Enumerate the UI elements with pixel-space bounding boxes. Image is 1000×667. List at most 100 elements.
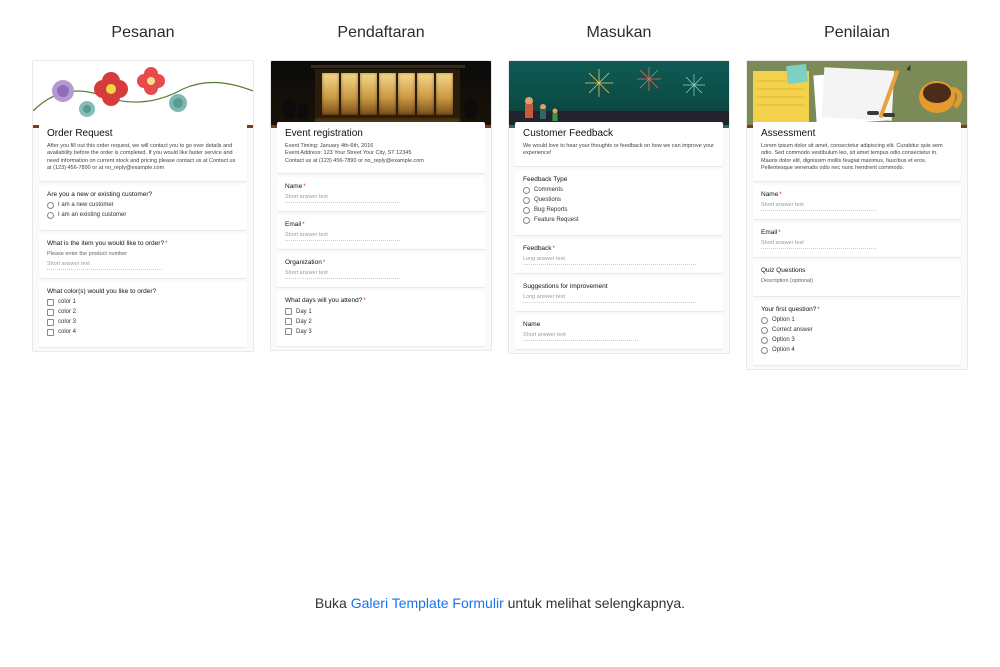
long-answer-input[interactable]: Long answer text xyxy=(523,294,696,303)
short-answer-input[interactable]: Short answer text xyxy=(761,202,876,211)
q-label: Feedback* xyxy=(523,245,715,252)
checkbox-icon xyxy=(285,308,292,315)
radio-existing-customer[interactable]: I am an existing customer xyxy=(47,212,239,219)
question-name: Name* Short answer text xyxy=(277,177,485,211)
form-header: Event registration Event Timing: January… xyxy=(277,122,485,173)
template-card-event[interactable]: Event registration Event Timing: January… xyxy=(270,60,492,351)
q-label: Suggestions for improvement xyxy=(523,283,715,290)
radio-icon xyxy=(761,347,768,354)
checkbox-icon xyxy=(47,309,54,316)
checkbox-color1[interactable]: color 1 xyxy=(47,299,239,306)
question-colors: What color(s) would you like to order? c… xyxy=(39,282,247,347)
radio-correct[interactable]: Correct answer xyxy=(761,327,953,334)
form-header: Customer Feedback We would love to hear … xyxy=(515,122,723,166)
question-item: What is the item you would like to order… xyxy=(39,234,247,278)
checkbox-color2[interactable]: color 2 xyxy=(47,309,239,316)
desk-icon xyxy=(747,61,967,125)
form-title: Event registration xyxy=(285,128,477,139)
radio-icon xyxy=(761,337,768,344)
q-label: What color(s) would you like to order? xyxy=(47,288,239,295)
q-label: Organization* xyxy=(285,259,477,266)
col-title-order: Pesanan xyxy=(111,24,174,42)
flowers-icon xyxy=(33,61,253,125)
form-title: Customer Feedback xyxy=(523,128,715,139)
radio-new-customer[interactable]: I am a new customer xyxy=(47,202,239,209)
checkbox-color3[interactable]: color 3 xyxy=(47,319,239,326)
banner-flowers xyxy=(33,61,253,125)
checkbox-day3[interactable]: Day 3 xyxy=(285,328,477,335)
form-desc: Lorem ipsum dolor sit amet, consectetur … xyxy=(761,143,953,173)
form-desc: Event Timing: January 4th-6th, 2016 Even… xyxy=(285,143,477,165)
checkbox-icon xyxy=(285,318,292,325)
checkbox-icon xyxy=(47,319,54,326)
template-col-feedback: Masukan xyxy=(508,24,730,370)
q-hint: Please enter the product number xyxy=(47,251,239,257)
radio-icon xyxy=(761,317,768,324)
banner-fireworks xyxy=(509,61,729,125)
col-title-feedback: Masukan xyxy=(587,24,652,42)
short-answer-input[interactable]: Short answer text xyxy=(285,232,400,241)
radio-bugs[interactable]: Bug Reports xyxy=(523,207,715,214)
question-feedback: Feedback* Long answer text xyxy=(515,239,723,273)
col-title-event: Pendaftaran xyxy=(337,24,424,42)
radio-icon xyxy=(523,187,530,194)
question-customer-type: Are you a new or existing customer? I am… xyxy=(39,185,247,230)
q-label: Feedback Type xyxy=(523,176,715,183)
form-header: Assessment Lorem ipsum dolor sit amet, c… xyxy=(753,122,961,181)
checkbox-day1[interactable]: Day 1 xyxy=(285,308,477,315)
short-answer-input[interactable]: Short answer text xyxy=(285,270,400,279)
checkbox-day2[interactable]: Day 2 xyxy=(285,318,477,325)
radio-opt1[interactable]: Option 1 xyxy=(761,317,953,324)
short-answer-input[interactable]: Short answer text xyxy=(761,240,876,249)
radio-opt4[interactable]: Option 4 xyxy=(761,347,953,354)
radio-icon xyxy=(523,217,530,224)
q-label: Name* xyxy=(285,183,477,190)
radio-feature[interactable]: Feature Request xyxy=(523,217,715,224)
question-first: Your first question?* Option 1 Correct a… xyxy=(753,300,961,365)
form-header: Order Request After you fill out this or… xyxy=(39,122,247,181)
checkbox-icon xyxy=(47,299,54,306)
col-title-assessment: Penilaian xyxy=(824,24,890,42)
question-email: Email* Short answer text xyxy=(277,215,485,249)
roof-icon xyxy=(311,65,465,68)
form-desc: After you fill out this order request, w… xyxy=(47,143,239,173)
question-feedback-type: Feedback Type Comments Questions Bug Rep… xyxy=(515,170,723,235)
question-name: Name* Short answer text xyxy=(753,185,961,219)
gallery-link[interactable]: Galeri Template Formulir xyxy=(351,595,504,611)
checkbox-icon xyxy=(285,328,292,335)
template-card-order[interactable]: Order Request After you fill out this or… xyxy=(32,60,254,352)
q-label: Quiz Questions xyxy=(761,267,953,274)
q-label: What is the item you would like to order… xyxy=(47,240,239,247)
fireworks-icon xyxy=(509,61,729,125)
quiz-header: Quiz Questions Description (optional) xyxy=(753,261,961,296)
q-label: Email* xyxy=(285,221,477,228)
q-label: Name* xyxy=(761,191,953,198)
short-answer-input[interactable]: Short answer text xyxy=(285,194,400,203)
question-suggestions: Suggestions for improvement Long answer … xyxy=(515,277,723,311)
checkbox-color4[interactable]: color 4 xyxy=(47,329,239,336)
q-label: Your first question?* xyxy=(761,306,953,313)
radio-opt3[interactable]: Option 3 xyxy=(761,337,953,344)
q-label: Are you a new or existing customer? xyxy=(47,191,239,198)
short-answer-input[interactable]: Short answer text xyxy=(47,261,162,270)
banner-desk xyxy=(747,61,967,125)
form-title: Assessment xyxy=(761,128,953,139)
question-days: What days will you attend?* Day 1 Day 2 … xyxy=(277,291,485,346)
radio-icon xyxy=(523,197,530,204)
checkbox-icon xyxy=(47,329,54,336)
form-title: Order Request xyxy=(47,128,239,139)
radio-icon xyxy=(523,207,530,214)
question-name: Name Short answer text xyxy=(515,315,723,349)
radio-questions[interactable]: Questions xyxy=(523,197,715,204)
radio-comments[interactable]: Comments xyxy=(523,187,715,194)
question-email: Email* Short answer text xyxy=(753,223,961,257)
banner-venue xyxy=(271,61,491,125)
q-label: Name xyxy=(523,321,715,328)
template-col-event: Pendaftaran Event registration Event Tim… xyxy=(270,24,492,370)
radio-icon xyxy=(761,327,768,334)
template-gallery: Pesanan xyxy=(0,0,1000,370)
short-answer-input[interactable]: Short answer text xyxy=(523,332,638,341)
template-card-feedback[interactable]: Customer Feedback We would love to hear … xyxy=(508,60,730,354)
long-answer-input[interactable]: Long answer text xyxy=(523,256,696,265)
template-card-assessment[interactable]: Assessment Lorem ipsum dolor sit amet, c… xyxy=(746,60,968,370)
